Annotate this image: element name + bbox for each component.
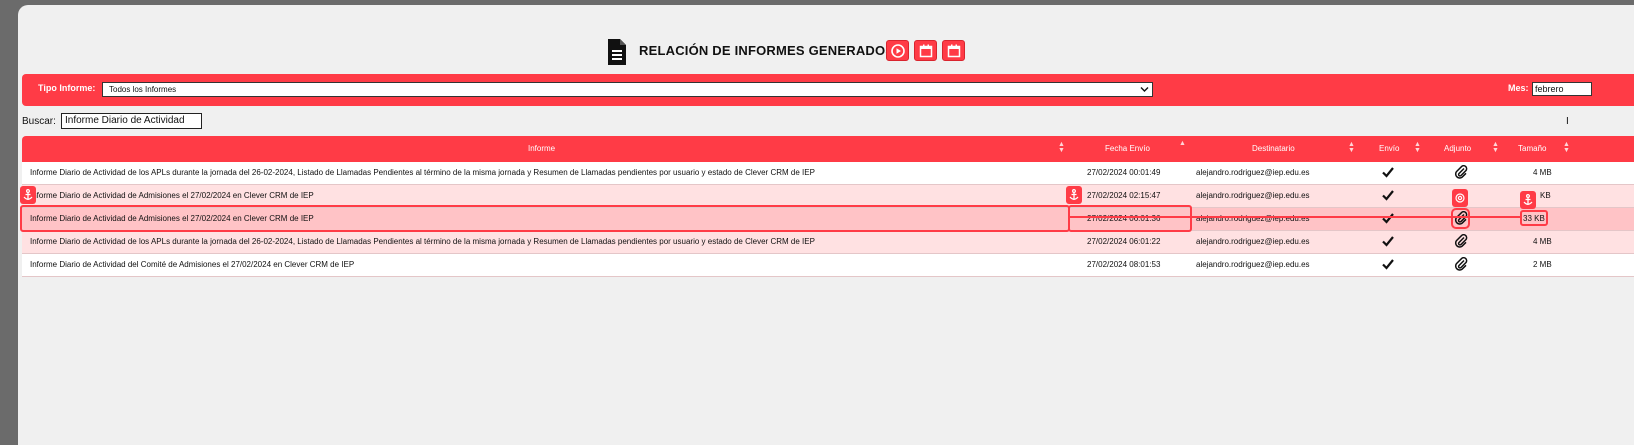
main-panel: RELACIÓN DE INFORMES GENERADOS Tipo Info… (18, 5, 1634, 445)
table-row[interactable]: Informe Diario de Actividad de los APLs … (22, 231, 1634, 254)
check-icon (1382, 259, 1394, 270)
check-icon (1382, 236, 1394, 247)
calendar-icon (919, 44, 933, 58)
sort-icon[interactable]: ▲ ▼ (1348, 141, 1355, 154)
selection-outline-adjunto (1451, 208, 1470, 229)
target-icon[interactable] (1452, 189, 1468, 207)
play-button[interactable] (886, 40, 909, 61)
column-header-tamano[interactable]: Tamaño (1518, 144, 1546, 153)
informe-cell: Informe Diario de Actividad de Admisione… (30, 191, 314, 200)
table-row[interactable]: Informe Diario de Actividad del Comité d… (22, 254, 1634, 277)
column-header-destinatario[interactable]: Destinatario (1252, 144, 1295, 153)
paperclip-icon[interactable] (1454, 257, 1468, 271)
fecha-cell: 27/02/2024 02:15:47 (1087, 191, 1161, 200)
informe-cell: Informe Diario de Actividad de los APLs … (30, 168, 815, 177)
tamano-cell: 4 MB (1533, 237, 1552, 246)
anchor-icon[interactable] (20, 186, 36, 204)
connector-line (1070, 216, 1520, 218)
column-header-fecha-envio[interactable]: Fecha Envío (1105, 144, 1150, 153)
document-icon (608, 39, 626, 65)
anchor-icon[interactable] (1066, 186, 1082, 204)
calendar-icon (947, 44, 961, 58)
selection-outline-fecha (1068, 205, 1192, 232)
table-header: Informe ▲ ▼ Fecha Envío ▲ Destinatario ▲ ▼… (22, 136, 1634, 162)
calendar-button-end[interactable] (942, 40, 965, 61)
destinatario-cell: alejandro.rodriguez@iep.edu.es (1196, 191, 1310, 200)
search-label: Buscar: (22, 116, 56, 127)
month-label: Mes: (1508, 83, 1529, 93)
selection-outline-informe (20, 205, 1070, 232)
truncated-text: I (1566, 116, 1569, 127)
page-title: RELACIÓN DE INFORMES GENERADOS (639, 43, 895, 58)
page-header: RELACIÓN DE INFORMES GENERADOS (18, 39, 1634, 69)
paperclip-icon[interactable] (1454, 165, 1468, 179)
sort-icon[interactable]: ▲ ▼ (1492, 141, 1499, 154)
destinatario-cell: alejandro.rodriguez@iep.edu.es (1196, 260, 1310, 269)
table-row[interactable]: Informe Diario de Actividad de los APLs … (22, 162, 1634, 185)
destinatario-cell: alejandro.rodriguez@iep.edu.es (1196, 237, 1310, 246)
play-circle-icon (891, 44, 905, 58)
fecha-cell: 27/02/2024 08:01:53 (1087, 260, 1161, 269)
sort-asc-icon[interactable]: ▲ (1179, 140, 1186, 147)
chevron-down-icon (1140, 87, 1149, 92)
filter-bar: Tipo Informe: Todos los Informes Mes: fe… (22, 74, 1634, 106)
calendar-button-start[interactable] (914, 40, 937, 61)
sort-icon[interactable]: ▲ ▼ (1414, 141, 1421, 154)
report-type-select[interactable]: Todos los Informes (102, 82, 1153, 97)
selection-outline-tamano (1520, 210, 1548, 226)
fecha-cell: 27/02/2024 00:01:49 (1087, 168, 1161, 177)
tamano-cell: 2 MB (1533, 260, 1552, 269)
tamano-cell: 4 MB (1533, 168, 1552, 177)
tamano-cell: KB (1540, 191, 1551, 200)
destinatario-cell: alejandro.rodriguez@iep.edu.es (1196, 168, 1310, 177)
paperclip-icon[interactable] (1454, 234, 1468, 248)
search-input[interactable]: Informe Diario de Actividad (61, 113, 202, 129)
check-icon (1382, 167, 1394, 178)
informe-cell: Informe Diario de Actividad de los APLs … (30, 237, 815, 246)
report-type-value: Todos los Informes (109, 85, 177, 94)
check-icon (1382, 213, 1394, 224)
sort-icon[interactable]: ▲ ▼ (1563, 141, 1570, 154)
column-header-adjunto[interactable]: Adjunto (1444, 144, 1471, 153)
column-header-envio[interactable]: Envío (1379, 144, 1399, 153)
report-type-label: Tipo Informe: (38, 83, 96, 93)
informe-cell: Informe Diario de Actividad del Comité d… (30, 260, 355, 269)
column-header-informe[interactable]: Informe (528, 144, 555, 153)
fecha-cell: 27/02/2024 06:01:22 (1087, 237, 1161, 246)
anchor-icon[interactable] (1520, 191, 1536, 209)
sort-icon[interactable]: ▲ ▼ (1058, 141, 1065, 154)
month-select[interactable]: febrero (1532, 82, 1592, 96)
check-icon (1382, 190, 1394, 201)
